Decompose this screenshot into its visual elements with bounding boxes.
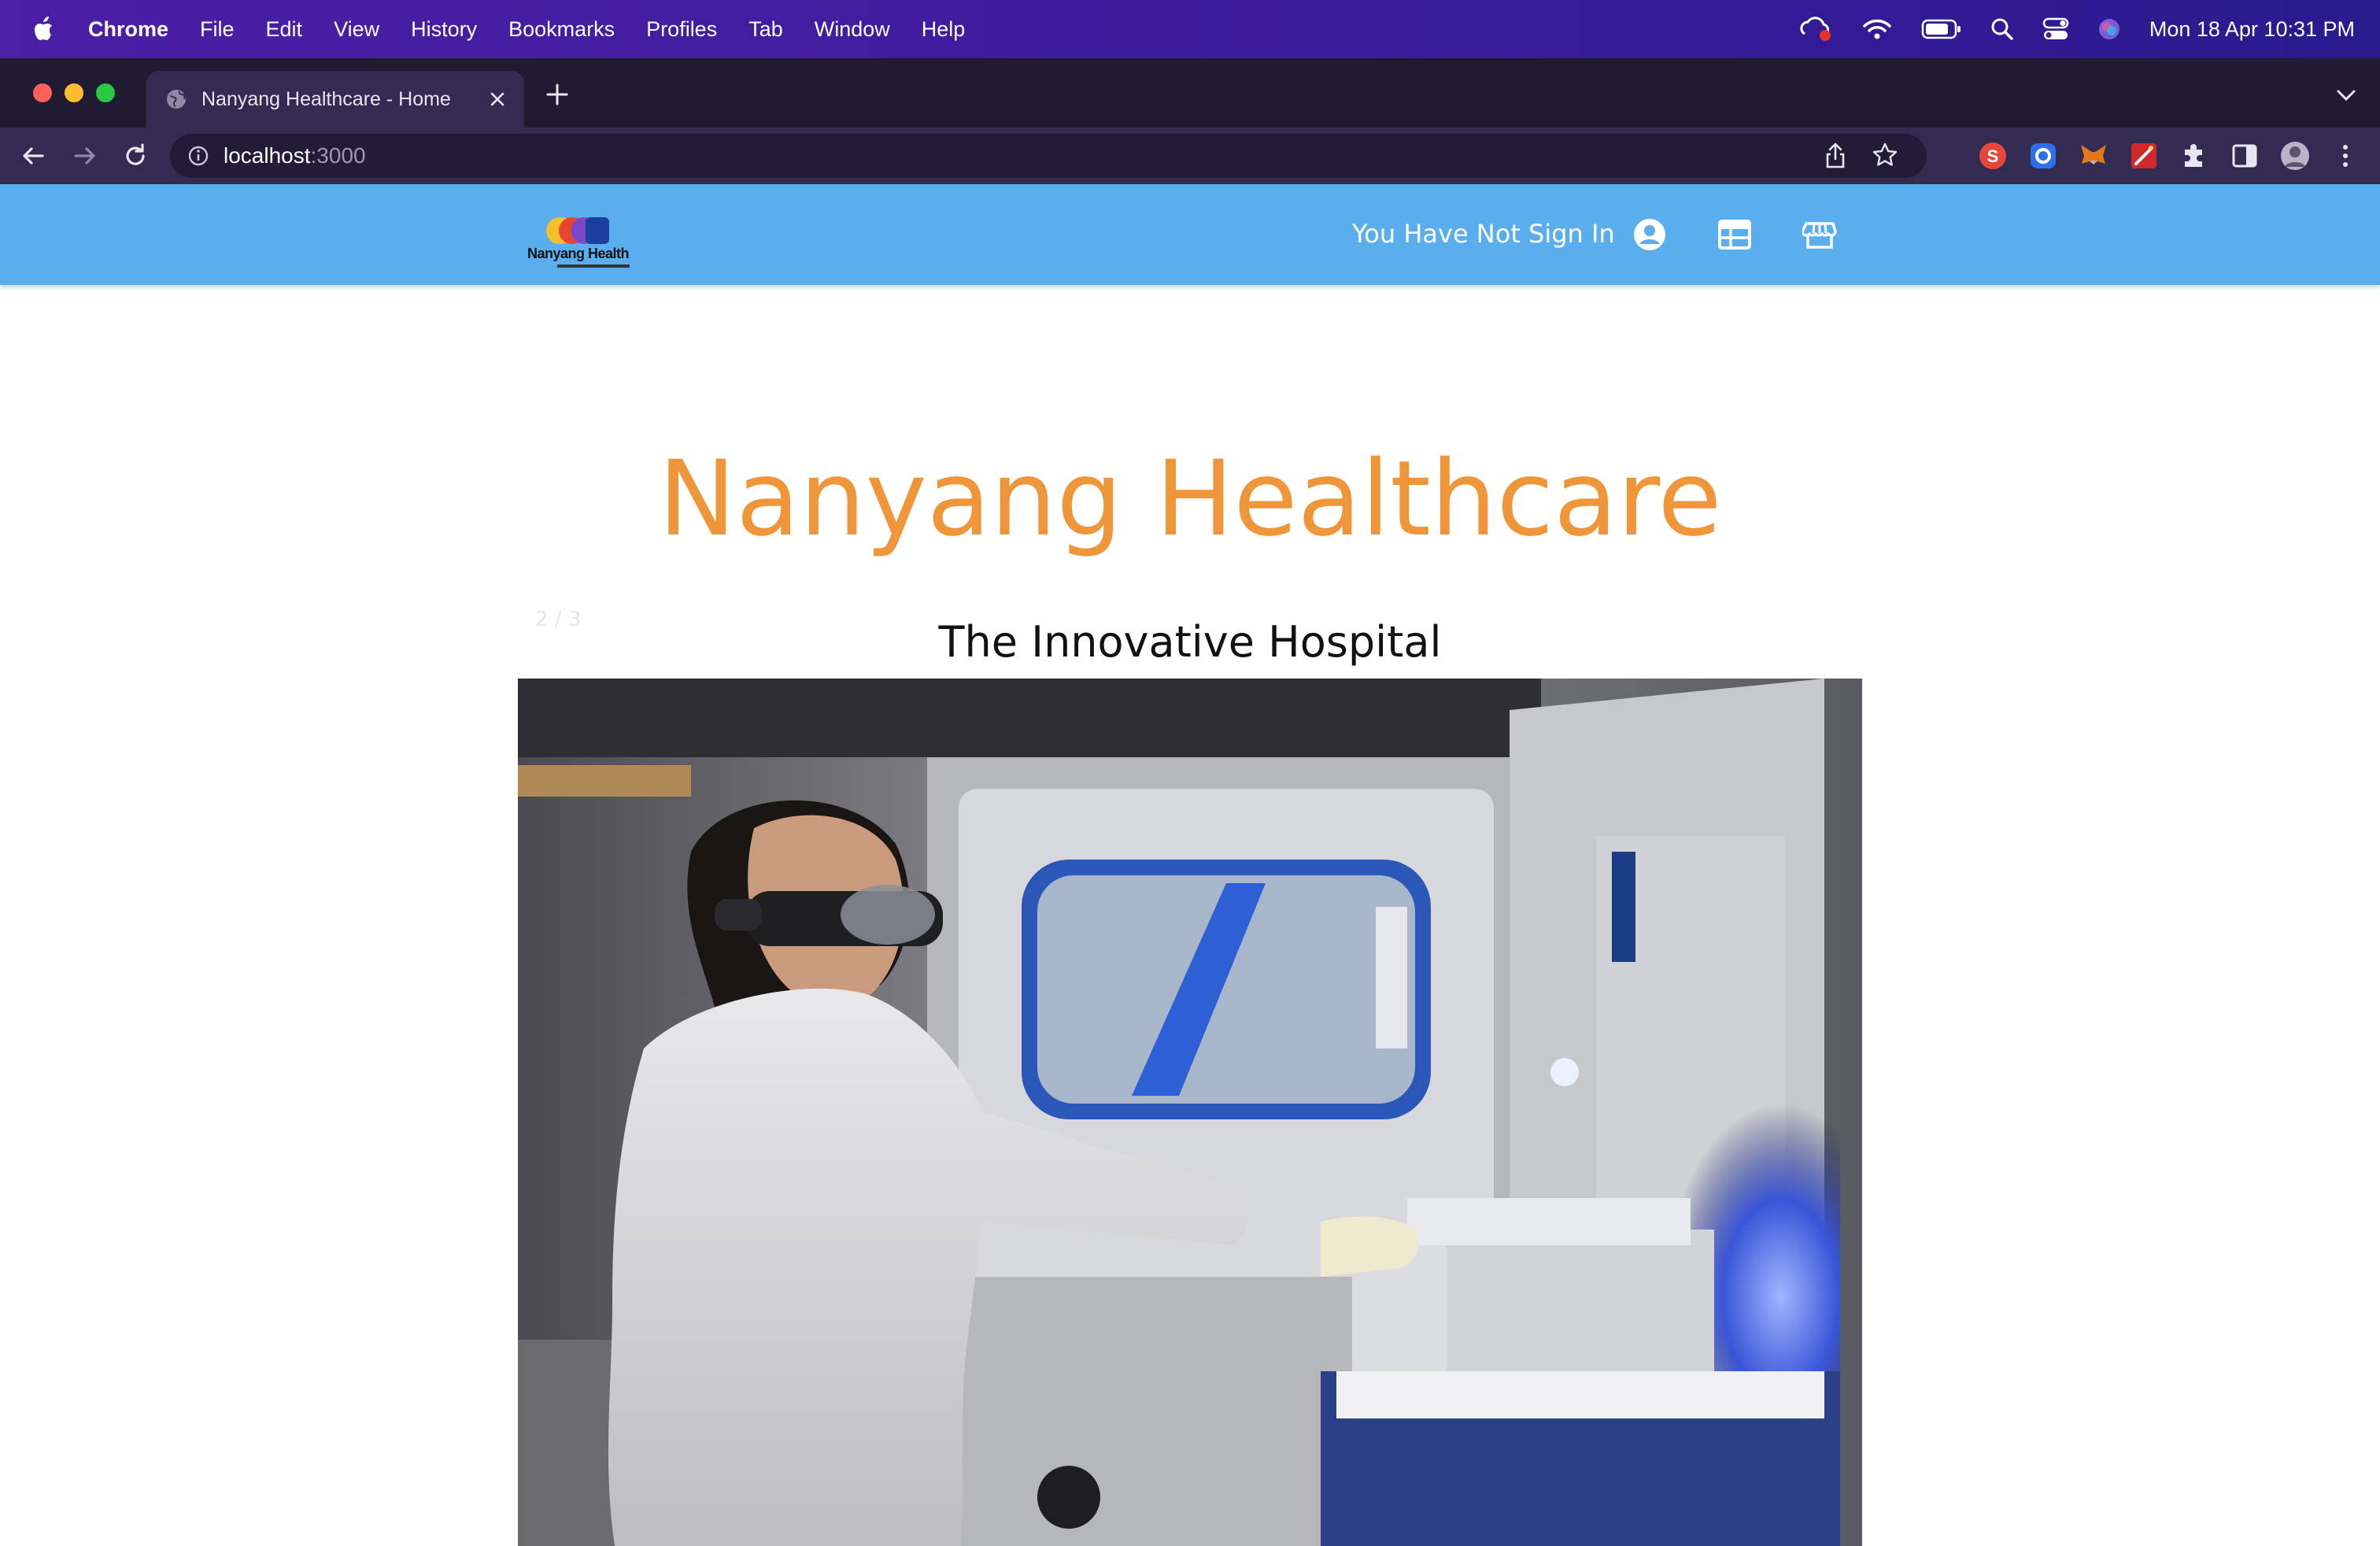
apple-logo-icon[interactable] bbox=[28, 13, 60, 45]
spotlight-search-icon[interactable] bbox=[1990, 17, 2014, 41]
account-circle-icon[interactable] bbox=[1632, 217, 1667, 252]
menu-tab[interactable]: Tab bbox=[748, 17, 783, 42]
menu-bar-clock[interactable]: Mon 18 Apr 10:31 PM bbox=[2149, 17, 2355, 42]
share-icon[interactable] bbox=[1823, 142, 1848, 170]
chrome-menu-kebab-icon[interactable] bbox=[2328, 139, 2363, 173]
window-zoom-button[interactable] bbox=[96, 83, 115, 102]
wifi-icon[interactable] bbox=[1861, 17, 1893, 42]
logo-underline bbox=[557, 264, 630, 268]
menu-bar-status-area: Mon 18 Apr 10:31 PM bbox=[1798, 0, 2355, 58]
store-icon[interactable] bbox=[1802, 217, 1837, 252]
browser-tab-active[interactable]: Nanyang Healthcare - Home bbox=[146, 71, 524, 128]
menu-file[interactable]: File bbox=[200, 17, 235, 42]
logo-text: Nanyang Health bbox=[527, 246, 630, 261]
hero-title: Nanyang Healthcare bbox=[658, 438, 1722, 560]
menu-history[interactable]: History bbox=[411, 17, 477, 42]
reload-icon[interactable] bbox=[120, 140, 151, 172]
url-host: localhost bbox=[224, 143, 311, 168]
url-port: :3000 bbox=[310, 143, 366, 168]
extension-blue-circle-icon[interactable] bbox=[2026, 139, 2060, 173]
tab-close-icon[interactable] bbox=[485, 87, 510, 112]
svg-text:S: S bbox=[1987, 146, 1999, 166]
creative-cloud-icon[interactable] bbox=[1798, 15, 1833, 43]
menu-bookmarks[interactable]: Bookmarks bbox=[508, 17, 615, 42]
menu-window[interactable]: Window bbox=[815, 17, 890, 42]
browser-toolbar: localhost:3000 S bbox=[0, 128, 2380, 184]
bookmark-star-icon[interactable] bbox=[1872, 142, 1898, 168]
browser-tab-strip: Nanyang Healthcare - Home bbox=[0, 58, 2380, 128]
menu-app-name[interactable]: Chrome bbox=[88, 17, 168, 42]
battery-icon[interactable] bbox=[1921, 18, 1962, 40]
window-minimize-button[interactable] bbox=[65, 83, 83, 102]
siri-icon[interactable] bbox=[2097, 17, 2121, 41]
control-center-icon[interactable] bbox=[2042, 17, 2069, 41]
site-navbar: Nanyang Health You Have Not Sign In bbox=[0, 184, 2380, 285]
extension-red-wand-icon[interactable] bbox=[2127, 139, 2161, 173]
new-tab-icon[interactable] bbox=[545, 82, 570, 107]
extensions-puzzle-icon[interactable] bbox=[2177, 139, 2212, 173]
side-panel-icon[interactable] bbox=[2227, 139, 2262, 173]
macos-menu-bar: Chrome File Edit View History Bookmarks … bbox=[0, 0, 2380, 58]
site-info-icon[interactable] bbox=[187, 145, 209, 167]
table-icon[interactable] bbox=[1717, 217, 1752, 252]
extension-s-icon[interactable]: S bbox=[1975, 139, 2010, 173]
address-bar[interactable]: localhost:3000 bbox=[170, 134, 1927, 178]
tab-search-chevron-icon[interactable] bbox=[2336, 88, 2356, 102]
metamask-fox-icon[interactable] bbox=[2076, 139, 2111, 173]
signin-status-text: You Have Not Sign In bbox=[1352, 219, 1615, 249]
logo-blue-shape bbox=[586, 217, 609, 244]
window-close-button[interactable] bbox=[33, 83, 52, 102]
profile-avatar-icon[interactable] bbox=[2278, 139, 2312, 173]
back-icon[interactable] bbox=[17, 140, 49, 172]
lab-scientist-image bbox=[518, 679, 1862, 1546]
web-page: Nanyang Health You Have Not Sign In Nany… bbox=[0, 184, 2380, 1546]
menu-view[interactable]: View bbox=[334, 17, 379, 42]
tab-title: Nanyang Healthcare - Home bbox=[201, 87, 451, 110]
nanyang-health-logo[interactable]: Nanyang Health bbox=[526, 217, 631, 269]
carousel-slide-caption: The Innovative Hospital bbox=[938, 617, 1442, 667]
menu-help[interactable]: Help bbox=[922, 17, 966, 42]
forward-icon[interactable] bbox=[69, 140, 101, 172]
carousel-slide-image[interactable] bbox=[518, 679, 1862, 1546]
menu-profiles[interactable]: Profiles bbox=[646, 17, 717, 42]
menu-edit[interactable]: Edit bbox=[266, 17, 303, 42]
globe-icon bbox=[167, 90, 186, 109]
